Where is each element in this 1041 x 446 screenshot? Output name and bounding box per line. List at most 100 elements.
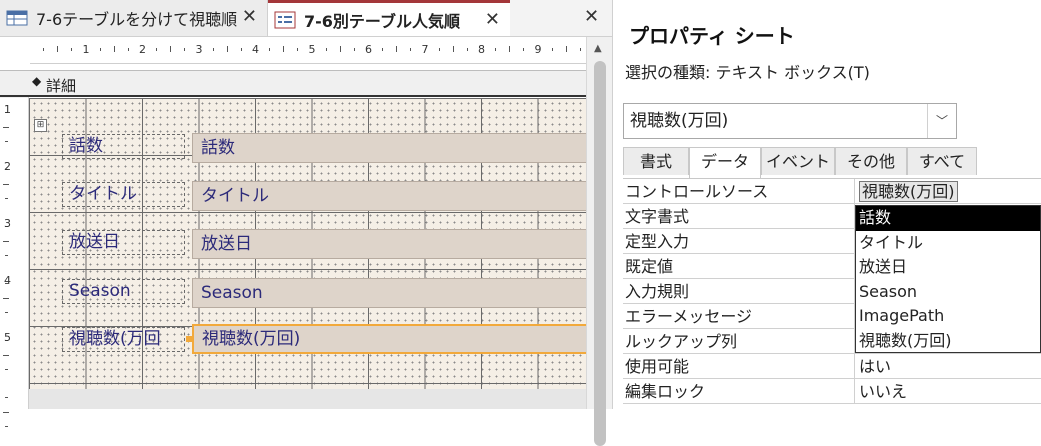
textbox-season[interactable]: Season	[192, 278, 586, 308]
ruler-tick	[5, 397, 8, 399]
textbox-broadcast-date[interactable]: 放送日	[192, 229, 586, 259]
detail-section-header[interactable]: ◆ 詳細	[0, 70, 586, 97]
label-text: 視聴数(万回	[69, 329, 161, 349]
ruler-tick	[184, 48, 186, 51]
ruler-tick	[5, 311, 8, 313]
label-text: Season	[69, 281, 131, 301]
property-row[interactable]: コントロールソース 視聴数(万回)	[623, 179, 1041, 204]
ruler-number: 4	[252, 43, 259, 56]
tab-data[interactable]: データ	[689, 147, 761, 178]
textbox-text: タイトル	[201, 186, 269, 206]
section-label: 詳細	[46, 77, 77, 95]
ruler-tick	[3, 126, 9, 128]
ruler-number: 6	[365, 43, 372, 56]
vertical-scrollbar[interactable]: ▲	[586, 37, 613, 446]
ruler-tick	[43, 48, 45, 51]
ruler-tick	[127, 48, 129, 51]
scrollbar-thumb[interactable]	[594, 61, 606, 446]
dropdown-item[interactable]: タイトル	[856, 231, 1040, 256]
tab-label: その他	[846, 152, 895, 171]
tab-label: 7-6別テーブル人気順	[304, 11, 460, 31]
vertical-ruler: 1 2 3 4 5	[0, 98, 29, 427]
ruler-number: 3	[4, 217, 11, 230]
dropdown-item[interactable]: Season	[856, 280, 1040, 305]
textbox-text: 話数	[201, 138, 235, 158]
textbox-episode[interactable]: 話数	[192, 133, 586, 163]
ruler-tick	[396, 46, 398, 52]
property-name: 文字書式	[623, 204, 855, 228]
property-name: 定型入力	[623, 229, 855, 253]
ruler-tick	[495, 48, 497, 51]
ruler-tick	[57, 46, 59, 52]
tab-report-popularity[interactable]: 7-6別テーブル人気順 ✕	[268, 0, 510, 36]
ruler-tick	[382, 48, 384, 51]
tab-label: すべて	[918, 152, 966, 171]
ruler-tick	[269, 48, 271, 51]
property-name: 既定値	[623, 254, 855, 278]
ruler-number: 2	[139, 43, 146, 56]
ruler-tick	[551, 48, 553, 51]
control-label-season[interactable]: Season	[62, 279, 185, 304]
ruler-tick	[579, 48, 581, 51]
ruler-tick	[5, 140, 8, 142]
tab-event[interactable]: イベント	[761, 147, 835, 175]
property-value[interactable]: いいえ	[856, 379, 1041, 403]
ruler-tick	[410, 48, 412, 51]
grid-footer-area	[29, 389, 586, 409]
ruler-number: 7	[421, 43, 429, 56]
ruler-tick	[3, 240, 9, 242]
dropdown-item[interactable]: 放送日	[856, 255, 1040, 280]
tab-query-view-order[interactable]: 7-6テーブルを分けて視聴順 ✕	[0, 0, 268, 36]
ruler-tick	[438, 48, 440, 51]
tab-other[interactable]: その他	[835, 147, 907, 175]
ruler-tick	[240, 48, 242, 51]
label-text: 話数	[69, 136, 103, 156]
dropdown-item[interactable]: 話数	[856, 206, 1040, 231]
ruler-corner	[0, 37, 30, 63]
control-source-value[interactable]: 視聴数(万回)	[859, 181, 958, 202]
control-label-broadcast-date[interactable]: 放送日	[62, 230, 185, 255]
tab-format[interactable]: 書式	[623, 147, 689, 175]
control-label-views[interactable]: 視聴数(万回	[62, 327, 185, 352]
label-text: タイトル	[69, 184, 137, 204]
document-tab-bar: 7-6テーブルを分けて視聴順 ✕ 7-6別テーブル人気順 ✕	[0, 0, 612, 37]
ruler-tick	[339, 46, 341, 52]
ruler-number: 3	[195, 43, 203, 56]
dropdown-item[interactable]: 視聴数(万回)	[856, 329, 1040, 354]
chevron-down-icon[interactable]: ﹀	[927, 104, 956, 138]
scroll-up-arrow-icon[interactable]: ▲	[594, 43, 602, 54]
property-name: ルックアップ列	[623, 329, 855, 353]
property-row[interactable]: 編集ロック いいえ	[623, 379, 1041, 404]
tab-all[interactable]: すべて	[907, 147, 977, 175]
ruler-tick	[565, 46, 567, 52]
close-designer-icon[interactable]: ✕	[584, 6, 599, 27]
section-arrow-icon: ◆	[32, 74, 42, 88]
dropdown-item[interactable]: ImagePath	[856, 304, 1040, 329]
property-name: コントロールソース	[623, 179, 855, 203]
selection-type-label: 選択の種類: テキスト ボックス(T)	[625, 63, 870, 82]
ruler-tick	[3, 297, 9, 299]
property-row[interactable]: 使用可能 はい	[623, 354, 1041, 379]
ruler-number: 2	[4, 160, 11, 173]
control-label-title[interactable]: タイトル	[62, 182, 185, 207]
ruler-tick	[3, 354, 9, 356]
textbox-title[interactable]: タイトル	[192, 181, 586, 211]
close-icon[interactable]: ✕	[485, 9, 500, 30]
resize-handle[interactable]	[186, 336, 192, 342]
control-label-episode[interactable]: 話数	[62, 134, 185, 159]
ruler-tick	[71, 48, 73, 51]
layout-move-handle-icon[interactable]: ⊞	[34, 119, 47, 132]
textbox-text: 視聴数(万回)	[202, 329, 301, 349]
textbox-text: Season	[201, 283, 263, 303]
control-source-dropdown-list[interactable]: 話数 タイトル 放送日 Season ImagePath 視聴数(万回)	[855, 205, 1041, 353]
property-name: エラーメッセージ	[623, 304, 855, 328]
datasheet-icon	[6, 9, 28, 27]
property-value[interactable]: はい	[856, 354, 1041, 378]
property-value[interactable]: 視聴数(万回)	[856, 179, 1041, 203]
object-selector-combo[interactable]: 視聴数(万回) ﹀	[623, 103, 957, 139]
ruler-number: 4	[4, 274, 11, 287]
ruler-tick	[226, 46, 228, 52]
ruler-tick	[99, 48, 101, 51]
textbox-views-selected[interactable]: 視聴数(万回)	[192, 324, 586, 354]
close-icon[interactable]: ✕	[242, 6, 257, 27]
